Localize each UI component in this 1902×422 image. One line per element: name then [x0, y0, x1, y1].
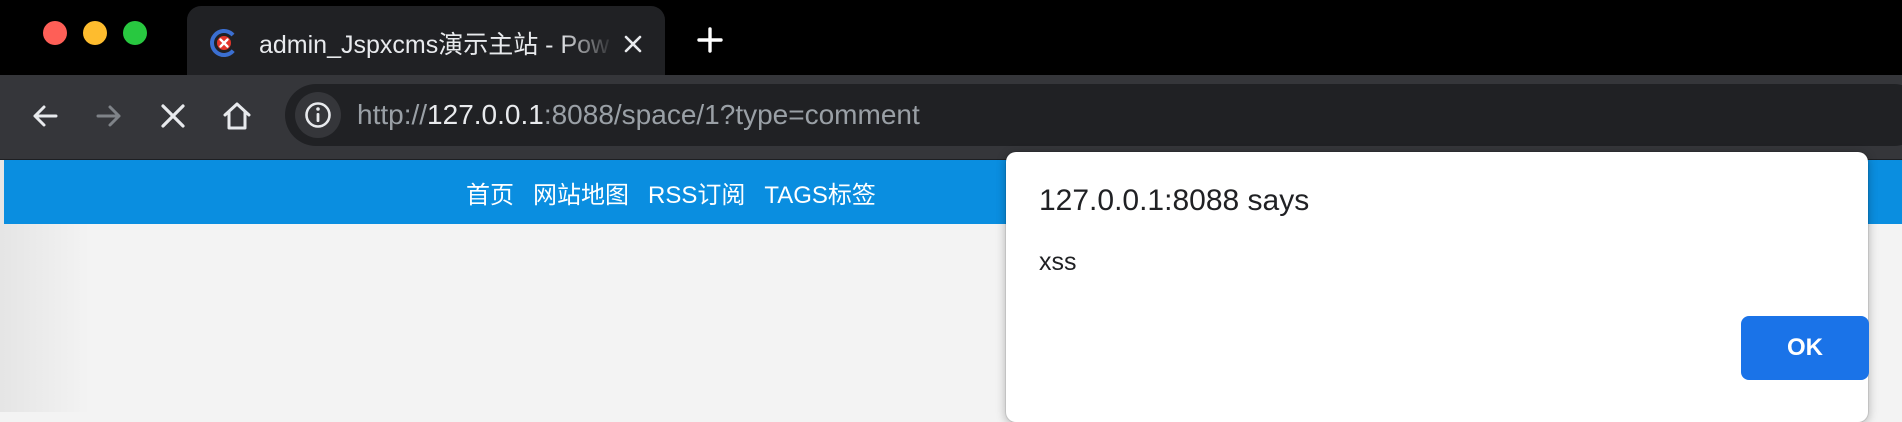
browser-toolbar: http://127.0.0.1:8088/space/1?type=comme…: [0, 75, 1902, 160]
nav-link-tags[interactable]: TAGS标签: [764, 175, 876, 210]
zoom-window-button[interactable]: [123, 21, 147, 45]
ok-button[interactable]: OK: [1741, 316, 1869, 380]
close-icon[interactable]: [621, 32, 645, 56]
nav-link-sitemap[interactable]: 网站地图: [533, 175, 629, 210]
browser-tab-active[interactable]: admin_Jspxcms演示主站 - Pow: [187, 6, 665, 75]
jspxcms-logo-icon: [210, 29, 238, 57]
close-window-button[interactable]: [43, 21, 67, 45]
browser-tab-strip: admin_Jspxcms演示主站 - Pow: [0, 0, 1902, 75]
url-path: :8088/space/1?type=comment: [543, 99, 920, 130]
site-nav-links: 首页 网站地图 RSS订阅 TAGS标签: [466, 160, 876, 224]
nav-link-home[interactable]: 首页: [466, 175, 514, 210]
site-info-button[interactable]: [295, 92, 341, 138]
arrow-left-icon[interactable]: [28, 99, 62, 133]
close-x-icon[interactable]: [156, 99, 190, 133]
dialog-message: xss: [1039, 248, 1077, 276]
url-scheme: http://: [357, 99, 428, 130]
alert-dialog: 127.0.0.1:8088 says xss OK: [1006, 152, 1869, 422]
address-bar[interactable]: http://127.0.0.1:8088/space/1?type=comme…: [285, 84, 1902, 146]
plus-icon[interactable]: [696, 26, 724, 54]
tab-title-fade: [559, 26, 615, 64]
url-text: http://127.0.0.1:8088/space/1?type=comme…: [357, 97, 920, 133]
dialog-title: 127.0.0.1:8088 says: [1039, 184, 1310, 217]
info-circle-icon: [305, 102, 331, 128]
home-icon[interactable]: [220, 99, 254, 133]
nav-link-rss[interactable]: RSS订阅: [648, 175, 745, 210]
minimize-window-button[interactable]: [83, 21, 107, 45]
arrow-right-icon[interactable]: [92, 99, 126, 133]
url-host: 127.0.0.1: [427, 99, 544, 130]
